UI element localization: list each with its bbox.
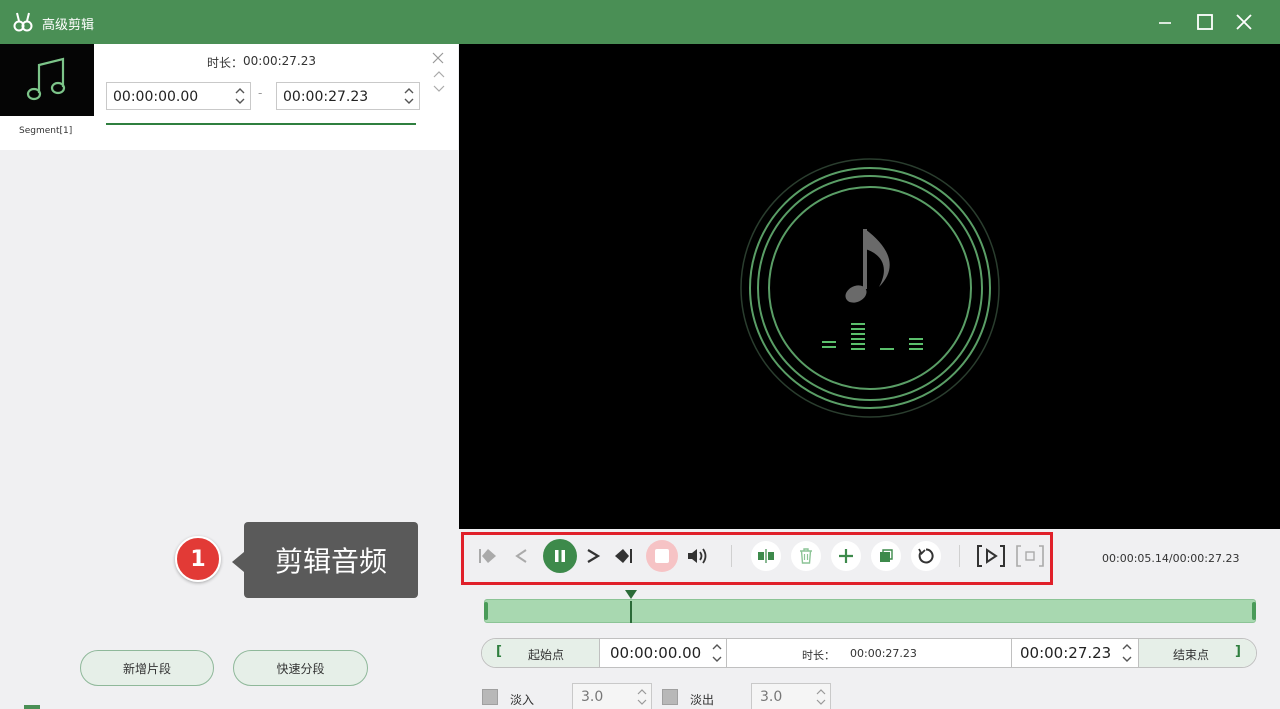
- app-logo-icon: [13, 12, 33, 32]
- end-point-label: 结束点: [1173, 648, 1210, 662]
- timeline-right-handle[interactable]: [1252, 602, 1256, 620]
- fullscreen-button[interactable]: [1015, 543, 1045, 569]
- pause-icon: [555, 550, 565, 562]
- minimize-icon: [1159, 22, 1171, 24]
- close-button[interactable]: [1229, 8, 1259, 36]
- segment-end-time-field[interactable]: 00:00:27.23: [276, 82, 420, 110]
- fade-in-checkbox[interactable]: [482, 689, 498, 705]
- add-segment-button[interactable]: 新增片段: [80, 650, 214, 686]
- copy-icon: [880, 549, 893, 562]
- rotate-icon: [918, 548, 934, 564]
- range-end-time-value[interactable]: 00:00:27.23: [1020, 644, 1111, 662]
- copy-button[interactable]: [871, 541, 901, 571]
- range-divider: [726, 639, 727, 667]
- left-bracket-icon: [: [496, 644, 502, 659]
- split-icon: [758, 549, 774, 563]
- stepper-icon[interactable]: [234, 85, 246, 107]
- segment-thumbnail: [0, 44, 94, 116]
- previous-frame-button[interactable]: [508, 543, 534, 569]
- range-divider: [1011, 639, 1012, 667]
- add-button[interactable]: [831, 541, 861, 571]
- close-icon[interactable]: [432, 52, 444, 64]
- fade-in-value: 3.0: [581, 689, 604, 705]
- stepper-icon[interactable]: [816, 686, 826, 708]
- delete-button[interactable]: [791, 541, 821, 571]
- set-end-point-button[interactable]: 结束点 ]: [1138, 639, 1256, 667]
- rotate-button[interactable]: [911, 541, 941, 571]
- timeline-track[interactable]: [484, 599, 1256, 623]
- window-title: 高级剪辑: [42, 18, 95, 33]
- step-badge: 1: [175, 536, 221, 582]
- volume-button[interactable]: [685, 543, 711, 569]
- add-icon: [839, 549, 853, 563]
- volume-icon: [688, 548, 707, 564]
- minimize-button[interactable]: [1150, 8, 1180, 36]
- time-separator: -: [258, 86, 263, 100]
- callout-arrow: [232, 552, 244, 572]
- segment-duration-value: 00:00:27.23: [243, 54, 316, 68]
- segment-card[interactable]: Segment[1] 时长： 00:00:27.23 00:00:00.00 -…: [0, 44, 458, 150]
- start-point-label: 起始点: [528, 648, 565, 662]
- stepper-icon[interactable]: [1121, 640, 1133, 666]
- preview-segment-button[interactable]: [976, 543, 1006, 569]
- prev-frame-icon: [515, 549, 527, 563]
- fade-in-input[interactable]: 3.0: [572, 683, 652, 709]
- title-bar: 高级剪辑: [0, 0, 1280, 44]
- segment-name: Segment[1]: [19, 126, 73, 136]
- jump-to-end-icon: [615, 549, 632, 563]
- preview-player[interactable]: [459, 44, 1280, 529]
- fullscreen-icon: [1016, 545, 1044, 567]
- preview-icon: [977, 545, 1005, 567]
- checkbox[interactable]: [24, 705, 40, 709]
- maximize-icon: [1197, 14, 1213, 30]
- segment-start-time-field[interactable]: 00:00:00.00: [106, 82, 251, 110]
- quick-split-button[interactable]: 快速分段: [233, 650, 368, 686]
- segment-duration-label: 时长：: [207, 56, 244, 70]
- toolbar-divider: [959, 545, 960, 567]
- stop-icon: [655, 549, 669, 563]
- range-duration-label: 时长：: [802, 649, 835, 662]
- segment-start-time-value: 00:00:00.00: [113, 89, 199, 105]
- split-button[interactable]: [751, 541, 781, 571]
- callout-label: 剪辑音频: [244, 522, 418, 598]
- segment-progress-line: [106, 123, 416, 125]
- segment-list-panel: Segment[1] 时长： 00:00:27.23 00:00:00.00 -…: [0, 44, 458, 709]
- right-bracket-icon: ]: [1235, 644, 1241, 659]
- close-icon: [1236, 14, 1252, 30]
- toolbar-divider: [731, 545, 732, 567]
- jump-to-start-icon: [479, 549, 496, 563]
- fade-out-value: 3.0: [760, 689, 783, 705]
- delete-icon: [800, 548, 812, 564]
- range-bar: [ 起始点 00:00:00.00 时长： 00:00:27.23 00:00:…: [481, 638, 1257, 668]
- fade-out-input[interactable]: 3.0: [751, 683, 831, 709]
- set-start-point-button[interactable]: [ 起始点: [482, 639, 600, 667]
- pause-button[interactable]: [543, 539, 577, 573]
- music-note-icon: [26, 57, 66, 101]
- maximize-button[interactable]: [1190, 8, 1220, 36]
- jump-to-start-button[interactable]: [475, 543, 501, 569]
- stop-button[interactable]: [646, 540, 678, 572]
- playback-time-readout: 00:00:05.14/00:00:27.23: [1102, 552, 1240, 565]
- music-disc-icon: [740, 158, 1000, 418]
- range-duration-value: 00:00:27.23: [850, 647, 917, 660]
- playhead-marker[interactable]: [624, 590, 637, 599]
- segment-end-time-value: 00:00:27.23: [283, 89, 369, 105]
- chevron-down-icon[interactable]: [433, 84, 445, 94]
- stepper-icon[interactable]: [403, 85, 415, 107]
- next-frame-button[interactable]: [580, 543, 606, 569]
- playhead-line[interactable]: [629, 601, 632, 623]
- timeline-left-handle[interactable]: [484, 602, 488, 620]
- fade-out-checkbox[interactable]: [662, 689, 678, 705]
- next-frame-icon: [587, 549, 601, 563]
- stepper-icon[interactable]: [637, 686, 647, 708]
- jump-to-end-button[interactable]: [610, 543, 636, 569]
- range-start-time-value[interactable]: 00:00:00.00: [610, 644, 701, 662]
- fade-in-label: 淡入: [510, 693, 535, 707]
- chevron-up-icon[interactable]: [433, 69, 445, 79]
- controls-area: 00:00:05.14/00:00:27.23 [ 起始点 00:00:00.0…: [459, 529, 1280, 709]
- stepper-icon[interactable]: [711, 640, 723, 666]
- fade-out-label: 淡出: [690, 693, 715, 707]
